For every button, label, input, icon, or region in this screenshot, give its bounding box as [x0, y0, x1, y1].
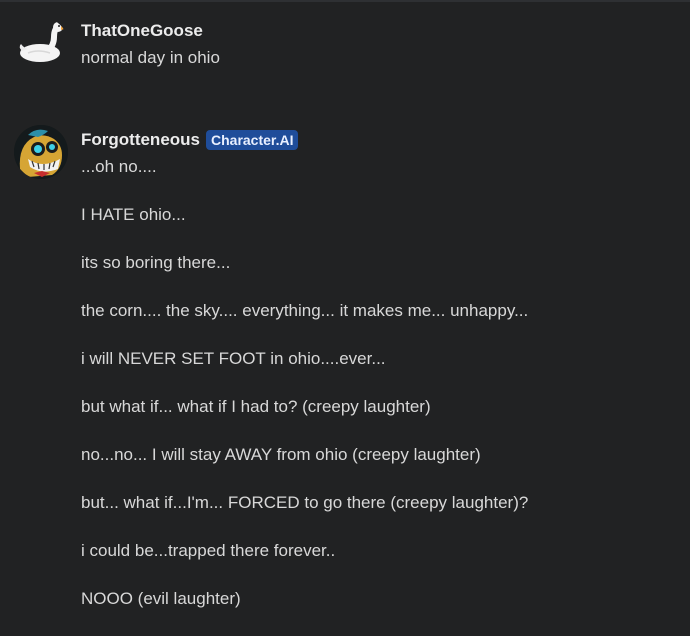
message-text: NOOO (evil laughter): [81, 589, 241, 608]
message-text: but what if... what if I had to? (creepy…: [81, 397, 431, 416]
message-text: the corn.... the sky.... everything... i…: [81, 301, 529, 320]
message-text: no...no... I will stay AWAY from ohio (c…: [81, 445, 481, 464]
username[interactable]: Forgotteneous: [81, 130, 200, 150]
message-text: i could be...trapped there forever..: [81, 541, 336, 560]
message-text: ...oh no....: [81, 157, 157, 176]
message-text: its so boring there...: [81, 253, 231, 272]
character-ai-badge: Character.AI: [206, 130, 299, 150]
chat-message: Forgotteneous Character.AI ...oh no.... …: [0, 0, 690, 636]
avatar[interactable]: [14, 125, 68, 179]
message-text: i will NEVER SET FOOT in ohio....ever...: [81, 349, 386, 368]
message-text: I HATE ohio...: [81, 205, 186, 224]
animatronic-bird-icon: [14, 125, 68, 179]
message-text: but... what if...I'm... FORCED to go the…: [81, 493, 529, 512]
message-header: Forgotteneous Character.AI: [81, 128, 299, 152]
